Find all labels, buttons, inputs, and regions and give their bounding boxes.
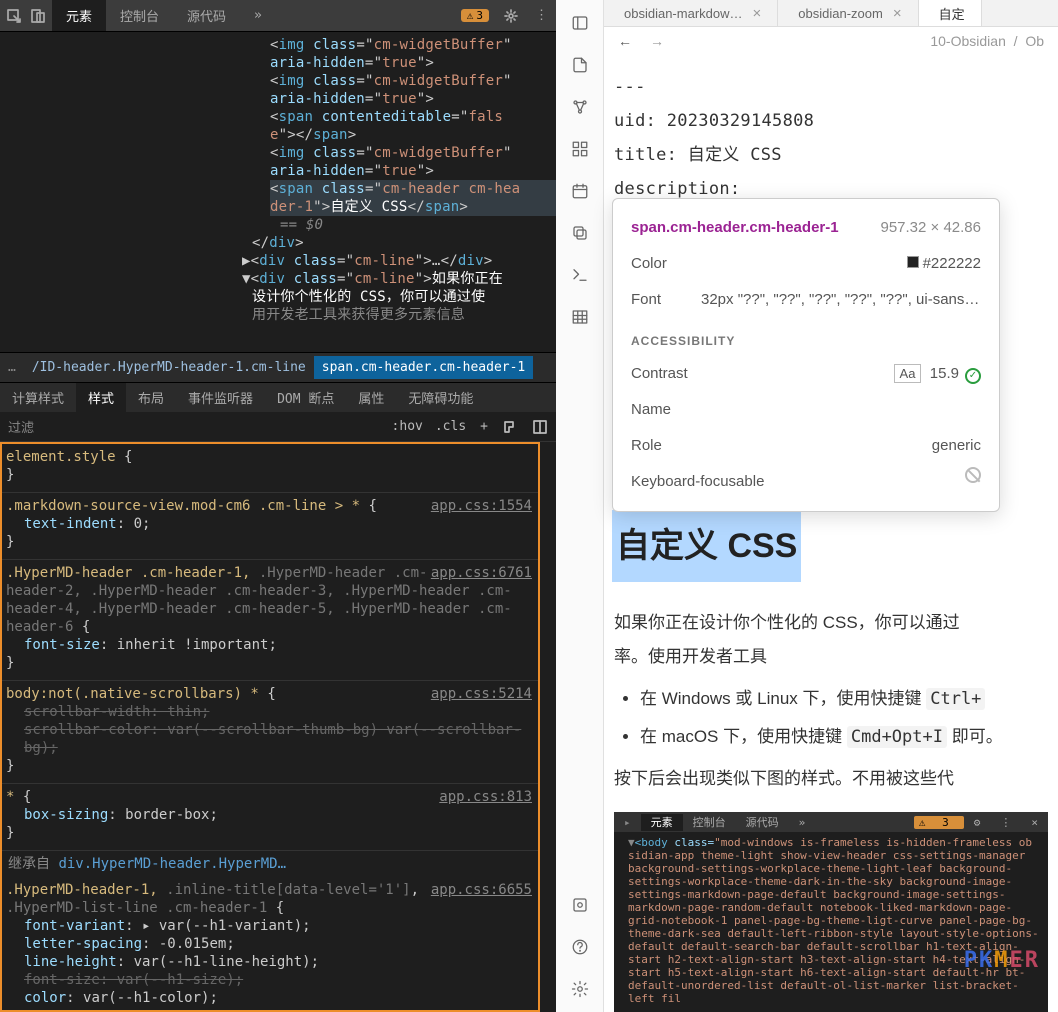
selected-dom-node: <span class="cm-header cm-hea — [270, 180, 556, 198]
devtools-tabbar: 元素 控制台 源代码 » ⚠3 ⋮ — [0, 0, 556, 32]
left-ribbon — [556, 0, 604, 1012]
graph-icon[interactable] — [571, 98, 589, 116]
tab-console[interactable]: 控制台 — [106, 0, 173, 31]
panel-icon[interactable] — [532, 419, 548, 435]
terminal-icon[interactable] — [571, 266, 589, 284]
tab-elements[interactable]: 元素 — [52, 0, 106, 31]
no-icon — [965, 467, 981, 483]
source-link[interactable]: app.css:813 — [439, 788, 532, 806]
inherit-link[interactable]: div.HyperMD-header.HyperMD… — [58, 856, 286, 872]
table-icon[interactable] — [571, 308, 589, 326]
eq-zero: == $0 — [280, 216, 556, 234]
nav-bar: ← → 10-Obsidian / Ob — [604, 27, 1058, 54]
close-icon[interactable]: × — [753, 5, 762, 22]
devtools-panel: 元素 控制台 源代码 » ⚠3 ⋮ <img class="cm-widgetB… — [0, 0, 556, 1012]
close-icon[interactable]: × — [893, 5, 902, 22]
styles-pane[interactable]: element.style { } app.css:1554 .markdown… — [0, 442, 540, 1012]
tab-item-active[interactable]: 自定 — [919, 0, 982, 26]
nested-devtools-image: ▸ 元素 控制台 源代码 » ⚠ 3 ⚙⋮× ▼<body class="mod… — [614, 812, 1048, 1012]
subtab-dombp[interactable]: DOM 断点 — [265, 383, 346, 412]
cls-toggle[interactable]: .cls — [429, 419, 472, 434]
filter-input[interactable]: 过滤 — [0, 417, 386, 436]
kebab-icon[interactable]: ⋮ — [527, 8, 556, 23]
settings-icon[interactable] — [571, 980, 589, 998]
file-icon[interactable] — [571, 56, 589, 74]
add-rule-icon[interactable]: + — [472, 419, 496, 434]
subtab-computed[interactable]: 计算样式 — [0, 383, 76, 412]
source-link[interactable]: app.css:5214 — [431, 685, 532, 703]
tab-sources[interactable]: 源代码 — [173, 0, 240, 31]
back-icon[interactable]: ← — [618, 33, 632, 49]
subtab-listeners[interactable]: 事件监听器 — [176, 383, 265, 412]
tab-item[interactable]: obsidian-markdow…× — [604, 0, 778, 26]
obsidian-main: obsidian-markdow…× obsidian-zoom× 自定 ← →… — [604, 0, 1058, 1012]
warning-badge[interactable]: ⚠3 — [461, 9, 489, 22]
breadcrumb[interactable]: 10-Obsidian / Ob — [930, 33, 1044, 49]
source-link[interactable]: app.css:6761 — [431, 564, 532, 582]
watermark: PKMER — [964, 954, 1040, 967]
check-icon: ✓ — [965, 368, 981, 384]
source-link[interactable]: app.css:1554 — [431, 497, 532, 515]
obsidian-app: obsidian-markdow…× obsidian-zoom× 自定 ← →… — [556, 0, 1058, 1012]
dom-breadcrumb[interactable]: … /ID-header.HyperMD-header-1.cm-line sp… — [0, 352, 556, 382]
hov-toggle[interactable]: :hov — [386, 419, 429, 434]
subtab-styles[interactable]: 样式 — [76, 383, 126, 412]
styles-subtabs: 计算样式 样式 布局 事件监听器 DOM 断点 属性 无障碍功能 — [0, 382, 556, 412]
inspector-tooltip: span.cm-header.cm-header-1957.32 × 42.86… — [612, 198, 1000, 512]
copy-icon[interactable] — [571, 224, 589, 242]
device-icon[interactable] — [30, 8, 46, 24]
subtab-props[interactable]: 属性 — [346, 383, 396, 412]
forward-icon[interactable]: → — [650, 33, 664, 49]
gear-icon[interactable] — [503, 8, 519, 24]
paint-icon[interactable] — [502, 419, 518, 435]
sidebar-toggle-icon[interactable] — [571, 14, 589, 32]
source-link[interactable]: app.css:6655 — [431, 881, 532, 899]
editor-content[interactable]: --- uid: 20230329145808 title: 自定义 CSS d… — [604, 54, 1058, 1012]
tab-more[interactable]: » — [240, 2, 276, 29]
obsidian-tabs: obsidian-markdow…× obsidian-zoom× 自定 — [604, 0, 1058, 27]
calendar-icon[interactable] — [571, 182, 589, 200]
subtab-layout[interactable]: 布局 — [126, 383, 176, 412]
inspect-icon[interactable] — [6, 8, 22, 24]
h1-highlighted: 自定义 CSS — [612, 510, 801, 582]
tab-item[interactable]: obsidian-zoom× — [778, 0, 918, 26]
elements-tree[interactable]: <img class="cm-widgetBuffer" aria-hidden… — [0, 32, 556, 352]
grid-icon[interactable] — [571, 140, 589, 158]
vault-icon[interactable] — [571, 896, 589, 914]
note-body: 如果你正在设计你个性化的 CSS，你可以通过 率。使用开发者工具 在 Windo… — [604, 606, 1058, 1012]
help-icon[interactable] — [571, 938, 589, 956]
styles-filter-bar: 过滤 :hov .cls + — [0, 412, 556, 442]
subtab-a11y[interactable]: 无障碍功能 — [396, 383, 485, 412]
